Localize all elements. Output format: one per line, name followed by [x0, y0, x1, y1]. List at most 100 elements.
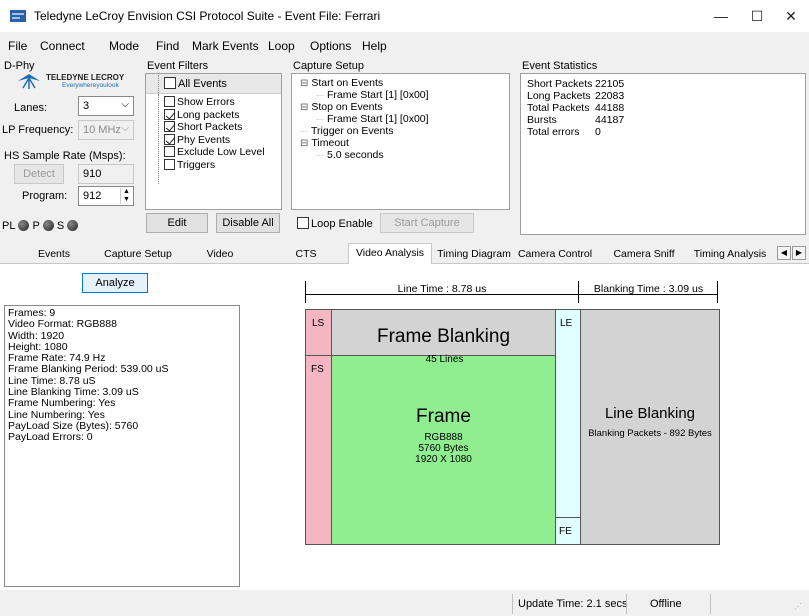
event-statistics-group-label: Event Statistics — [522, 60, 598, 72]
filter-item[interactable]: Long packets — [164, 108, 239, 121]
lanes-select[interactable]: 3 ⌵ — [78, 96, 134, 116]
status-bar: Update Time: 2.1 secs Offline ⋰ — [0, 592, 809, 616]
filter-item[interactable]: Phy Events — [164, 133, 230, 146]
menu-file[interactable]: File — [8, 39, 27, 53]
capture-tree-label: Stop on Events — [311, 101, 383, 113]
statistic-row: Bursts 44187 — [527, 114, 624, 126]
statistic-row: Total Packets 44188 — [527, 102, 624, 114]
capture-tree-item[interactable]: ⊟ Start on Events — [300, 77, 383, 89]
statistic-value: 44187 — [595, 114, 625, 126]
frame-block: 45 Lines Frame RGB888 5760 Bytes 1920 X … — [331, 354, 556, 545]
tree-connector: ··· — [316, 151, 324, 160]
video-info-text: Frames: 9 Video Format: RGB888 Width: 1920… — [5, 306, 239, 446]
all-events-text: All Events — [178, 78, 227, 90]
tab-cts[interactable]: CTS — [286, 245, 326, 263]
statistic-name: Short Packets — [527, 78, 593, 90]
resize-grip-icon[interactable]: ⋰ — [794, 602, 802, 611]
tab-events[interactable]: Events — [30, 245, 78, 263]
title-bar[interactable]: Teledyne LeCroy Envision CSI Protocol Su… — [0, 0, 809, 32]
capture-tree-item[interactable]: ··· Trigger on Events — [300, 125, 393, 137]
le-fe-column: LE FE — [555, 309, 581, 545]
frame-resolution: 1920 X 1080 — [415, 453, 472, 465]
filter-all-events[interactable]: All Events — [146, 74, 281, 94]
statistic-row: Total errors 0 — [527, 126, 601, 138]
capture-tree-item[interactable]: ⊟ Stop on Events — [300, 101, 383, 113]
all-events-checkbox[interactable] — [164, 77, 176, 89]
menu-find[interactable]: Find — [156, 39, 179, 53]
filter-checkbox[interactable] — [164, 146, 175, 157]
statistic-name: Total errors — [527, 126, 580, 138]
tab-scroll-right-icon[interactable]: ▶ — [792, 246, 806, 260]
menu-mode[interactable]: Mode — [109, 39, 139, 53]
loop-enable-option[interactable]: Loop Enable — [297, 217, 373, 230]
lp-frequency-select[interactable]: 10 MHz ⌵ — [78, 120, 134, 140]
filter-label: Triggers — [177, 158, 216, 171]
menu-loop[interactable]: Loop — [268, 39, 295, 53]
event-statistics-panel: Short Packets 22105 Long Packets 22083 Total… — [520, 73, 806, 235]
menu-options[interactable]: Options — [310, 39, 351, 53]
filter-checkbox[interactable] — [164, 108, 175, 120]
video-info-panel: Frames: 9 Video Format: RGB888 Width: 1920… — [4, 305, 240, 587]
filter-item[interactable]: Triggers — [164, 158, 216, 171]
tab-timing-analysis[interactable]: Timing Analysis — [690, 245, 770, 263]
detect-button[interactable]: Detect — [14, 164, 64, 184]
teledyne-logo: TELEDYNE LECROY Everywhereyoulook — [16, 72, 136, 92]
tab-timing-diagram[interactable]: Timing Diagram — [436, 245, 512, 263]
tree-connector: ··· — [300, 127, 308, 136]
tab-capture-setup[interactable]: Capture Setup — [100, 245, 176, 263]
filter-item[interactable]: Show Errors — [164, 96, 235, 108]
fs-block: FS — [305, 355, 332, 545]
close-button[interactable]: ✕ — [774, 6, 808, 26]
fe-label: FE — [559, 526, 572, 537]
tree-line — [158, 94, 159, 184]
status-separator — [626, 594, 627, 614]
frame-format: RGB888 — [424, 431, 463, 443]
filter-item[interactable]: Short Packets — [164, 121, 242, 133]
capture-tree-label: Trigger on Events — [311, 125, 394, 137]
maximize-button[interactable]: ☐ — [740, 6, 774, 26]
analyze-button[interactable]: Analyze — [82, 273, 148, 293]
lp-frequency-value: 10 MHz — [83, 124, 121, 136]
line-time-label: Line Time : 8.78 us — [397, 283, 487, 295]
collapse-icon[interactable]: ⊟ — [300, 138, 308, 149]
blanking-time-label: Blanking Time : 3.09 us — [593, 283, 704, 295]
collapse-icon[interactable]: ⊟ — [300, 78, 308, 89]
tab-camera-control[interactable]: Camera Control — [514, 245, 596, 263]
capture-tree-item[interactable]: ··· Frame Start [1] [0x00] — [316, 113, 429, 125]
minimize-button[interactable]: — — [704, 6, 738, 26]
filter-checkbox[interactable] — [164, 158, 175, 170]
logo-tagline: Everywhereyoulook — [62, 82, 119, 89]
window-title: Teledyne LeCroy Envision CSI Protocol Su… — [34, 9, 381, 23]
capture-tree-item[interactable]: ⊟ Timeout — [300, 137, 349, 149]
frame-diagram: LS FS Frame Blanking 45 Lines Frame RGB8… — [305, 309, 720, 545]
collapse-icon[interactable]: ⊟ — [300, 102, 308, 113]
dphy-panel: TELEDYNE LECROY Everywhereyoulook Lanes:… — [2, 72, 138, 236]
statistic-name: Bursts — [527, 114, 557, 126]
tab-video[interactable]: Video — [198, 245, 242, 263]
spin-arrows-icon[interactable]: ▲ ▼ — [120, 188, 132, 204]
edit-filters-button[interactable]: Edit — [146, 213, 208, 233]
app-icon — [10, 10, 26, 22]
statistic-value: 22105 — [595, 78, 625, 90]
video-analysis-content: Analyze Frames: 9 Video Format: RGB888 Wid… — [0, 264, 809, 590]
capture-tree-item[interactable]: ··· Frame Start [1] [0x00] — [316, 89, 429, 101]
filter-checkbox[interactable] — [164, 133, 175, 145]
program-stepper[interactable]: 912 ▲ ▼ — [78, 186, 134, 206]
statistic-name: Long Packets — [527, 90, 591, 102]
menu-connect[interactable]: Connect — [40, 39, 85, 53]
tab-scroll-left-icon[interactable]: ◀ — [777, 246, 791, 260]
loop-enable-checkbox[interactable] — [297, 217, 309, 229]
filter-checkbox[interactable] — [164, 121, 175, 132]
filter-item[interactable]: Exclude Low Level — [164, 146, 265, 158]
update-time: Update Time: 2.1 secs — [518, 598, 628, 610]
capture-tree-item[interactable]: ··· 5.0 seconds — [316, 149, 384, 161]
event-filters-group-label: Event Filters — [147, 60, 209, 72]
menu-mark-events[interactable]: Mark Events — [192, 39, 259, 53]
tab-camera-sniff[interactable]: Camera Sniff — [606, 245, 682, 263]
tab-video-analysis[interactable]: Video Analysis — [348, 243, 432, 264]
lanes-value: 3 — [83, 100, 90, 112]
start-capture-button[interactable]: Start Capture — [380, 213, 474, 233]
disable-all-button[interactable]: Disable All — [216, 213, 280, 233]
menu-help[interactable]: Help — [362, 39, 387, 53]
filter-checkbox[interactable] — [164, 96, 175, 107]
